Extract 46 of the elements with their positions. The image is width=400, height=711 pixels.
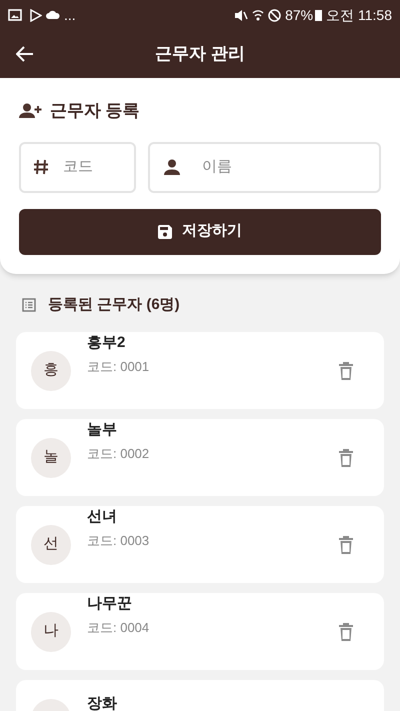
worker-code: 코드: 0003 <box>87 532 150 550</box>
play-store-icon <box>30 8 42 22</box>
worker-name: 장화 <box>87 694 118 711</box>
save-button[interactable]: 저장하기 <box>19 208 381 254</box>
worker-name: 흥부2 <box>87 333 126 353</box>
avatar: 놀 <box>31 438 71 478</box>
trash-icon[interactable] <box>338 534 354 554</box>
trash-icon[interactable] <box>338 360 354 380</box>
name-field[interactable]: 이름 <box>148 142 381 192</box>
worker-name: 놀부 <box>87 420 118 440</box>
battery-icon <box>315 9 322 21</box>
person-icon <box>164 159 180 175</box>
image-icon <box>8 9 22 21</box>
blocked-icon <box>268 8 282 22</box>
worker-card[interactable]: 선 선녀 코드: 0003 <box>16 506 384 583</box>
worker-code: 코드: 0004 <box>87 618 150 636</box>
mute-icon <box>234 8 248 22</box>
name-input[interactable]: 이름 <box>202 156 365 178</box>
avatar: 나 <box>31 612 71 652</box>
worker-name: 선녀 <box>87 507 118 527</box>
screen-title: 근무자 관리 <box>155 43 245 66</box>
worker-card[interactable]: 장화 <box>16 680 384 711</box>
trash-icon[interactable] <box>338 448 354 468</box>
avatar: 선 <box>31 524 71 564</box>
save-icon <box>158 224 172 238</box>
battery-percent: 87% <box>285 6 314 24</box>
list-icon <box>22 298 36 312</box>
hash-icon <box>33 159 49 175</box>
worker-code: 코드: 0002 <box>87 444 150 462</box>
worker-code: 코드: 0001 <box>87 358 150 376</box>
cloud-icon <box>46 10 60 20</box>
back-arrow-icon[interactable] <box>16 46 34 62</box>
worker-name: 나무꾼 <box>87 594 133 614</box>
list-title: 등록된 근무자 (6명) <box>48 294 180 314</box>
avatar: 흥 <box>31 350 71 390</box>
worker-card[interactable]: 흥 흥부2 코드: 0001 <box>16 332 384 409</box>
wifi-icon <box>252 8 264 22</box>
trash-icon[interactable] <box>338 622 354 642</box>
worker-card[interactable]: 나 나무꾼 코드: 0004 <box>16 593 384 670</box>
code-field[interactable]: 코드 <box>19 142 136 192</box>
more-notifications-text: ... <box>64 8 76 22</box>
code-input[interactable]: 코드 <box>63 156 113 178</box>
add-person-icon <box>19 102 42 119</box>
worker-card[interactable]: 놀 놀부 코드: 0002 <box>16 419 384 496</box>
clock-time: 오전 11:58 <box>326 6 392 24</box>
section-title: 근무자 등록 <box>50 100 140 122</box>
